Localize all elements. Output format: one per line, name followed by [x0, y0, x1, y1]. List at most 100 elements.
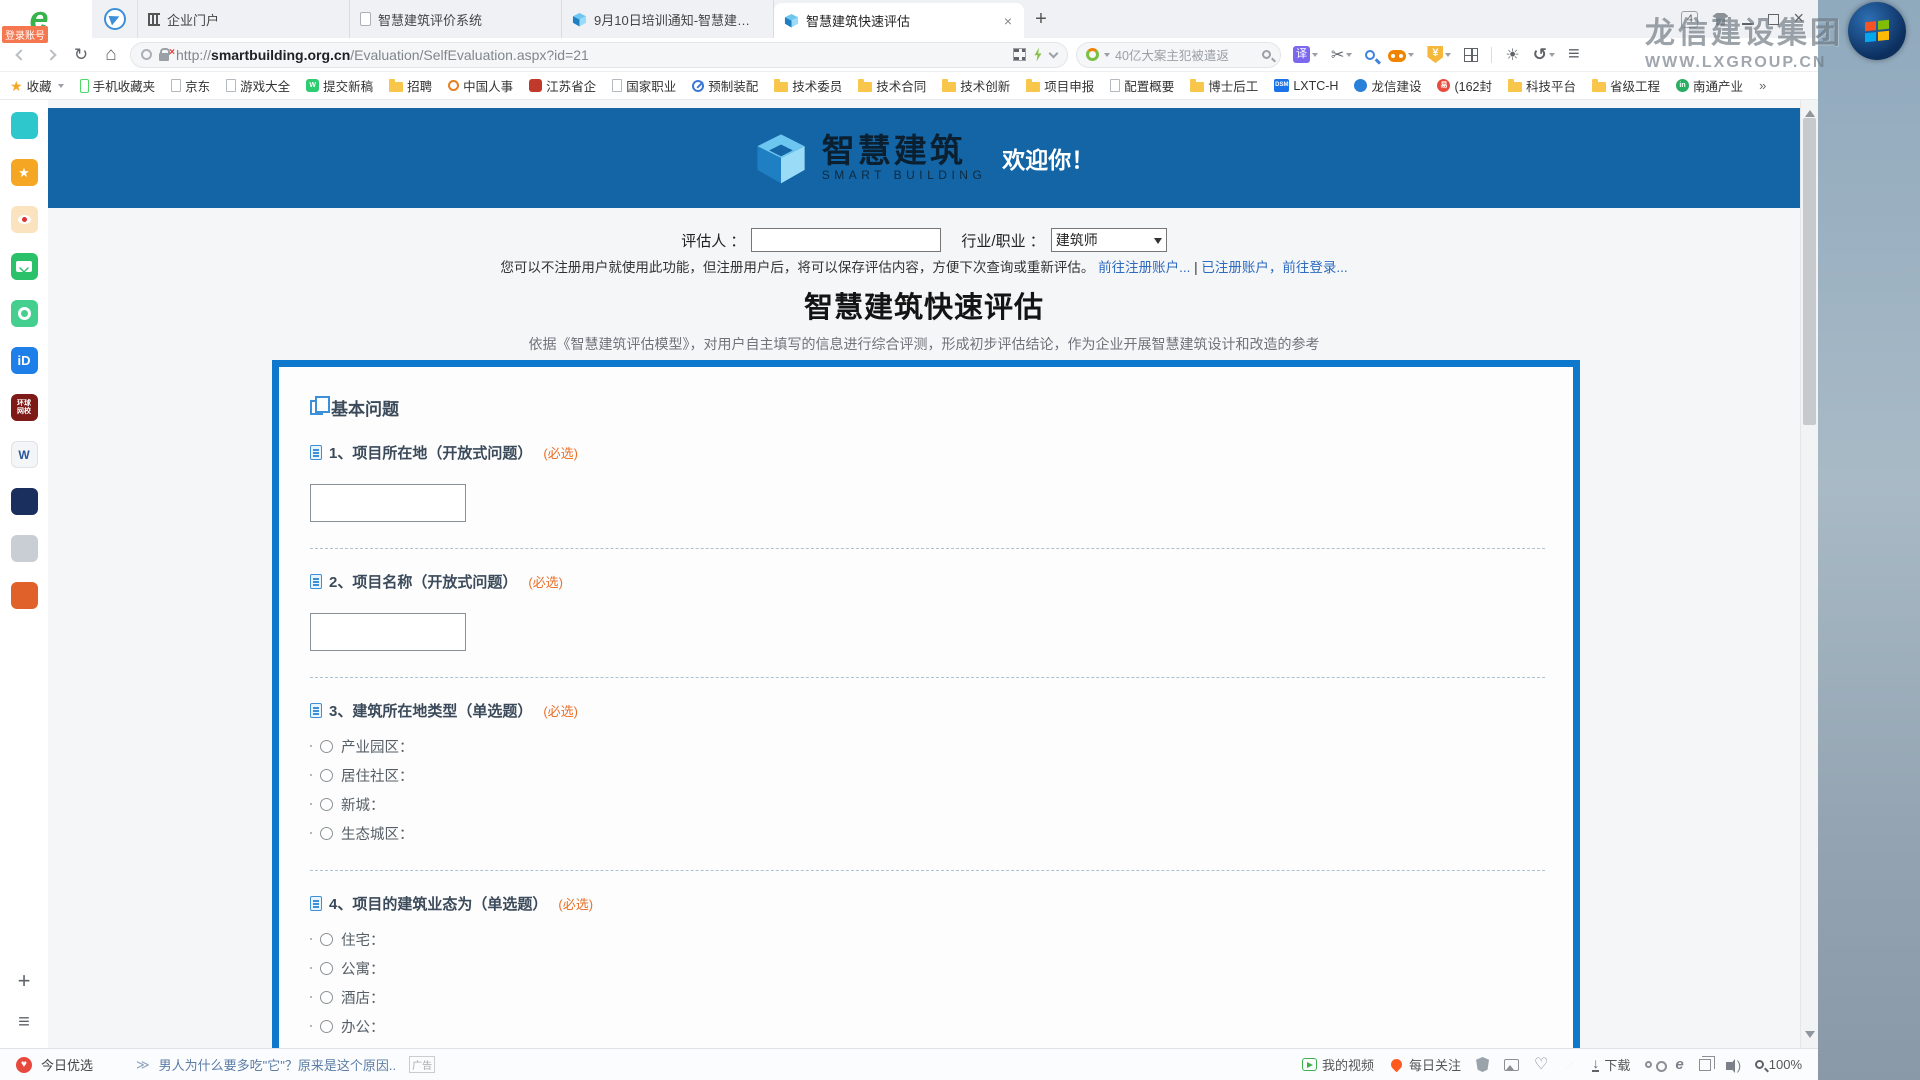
login-link[interactable]: 已注册账户，前往登录...: [1201, 260, 1347, 275]
heart-outline-status-item[interactable]: [1534, 1057, 1548, 1072]
search-box[interactable]: 40亿大案主犯被遣返: [1076, 42, 1281, 68]
bookmark-LXTC-H[interactable]: DSMLXTC-H: [1274, 79, 1338, 93]
qr-code-icon[interactable]: [1013, 48, 1026, 61]
word-doc-icon[interactable]: W: [11, 441, 38, 468]
mail-icon[interactable]: [11, 253, 38, 280]
bookmark-收藏[interactable]: 收藏: [10, 76, 64, 95]
scrollbar-thumb[interactable]: [1803, 118, 1816, 425]
bookmark-(162封[interactable]: 易(162封: [1437, 76, 1492, 95]
image-status-item[interactable]: [1504, 1059, 1519, 1071]
search-engine-dropdown-icon[interactable]: [1104, 53, 1110, 60]
translate-icon[interactable]: [1293, 46, 1318, 63]
industry-select[interactable]: 建筑师: [1051, 228, 1167, 252]
tab-close-icon[interactable]: [1002, 13, 1014, 29]
site-info-icon[interactable]: [141, 49, 152, 60]
maximize-button[interactable]: [1768, 14, 1779, 25]
minimize-button[interactable]: [1742, 23, 1754, 25]
huanqiu-school-icon[interactable]: 环球网校: [11, 394, 38, 421]
bookmark-技术创新[interactable]: 技术创新: [942, 76, 1010, 95]
new-tab-button[interactable]: [1024, 0, 1058, 38]
url-text[interactable]: http://smartbuilding.org.cn/Evaluation/S…: [176, 47, 1006, 63]
restore-session-icon[interactable]: [1533, 45, 1555, 65]
search-icon[interactable]: [1262, 50, 1271, 59]
bookmark-项目申报[interactable]: 项目申报: [1026, 76, 1094, 95]
close-button[interactable]: [1793, 9, 1804, 29]
scroll-down-icon[interactable]: [1805, 1031, 1815, 1043]
games-icon[interactable]: [1388, 48, 1414, 62]
tab-count-badge[interactable]: 4: [1681, 11, 1698, 28]
bookmark-配置概要[interactable]: 配置概要: [1110, 76, 1174, 95]
radio-button[interactable]: [320, 740, 333, 753]
find-icon[interactable]: [1365, 50, 1375, 60]
ie-status-item[interactable]: [1675, 1056, 1683, 1073]
question-1-input[interactable]: [310, 484, 466, 522]
evaluator-input[interactable]: [751, 228, 941, 252]
address-bar[interactable]: http://smartbuilding.org.cn/Evaluation/S…: [130, 42, 1068, 68]
refresh-button[interactable]: [70, 44, 92, 66]
search-hot-text[interactable]: 40亿大案主犯被遣返: [1115, 45, 1257, 64]
bookmark-招聘[interactable]: 招聘: [389, 76, 432, 95]
windows-logo-icon[interactable]: [1848, 2, 1906, 60]
chevron-down-icon[interactable]: [1049, 48, 1059, 58]
shield-status-item[interactable]: [1476, 1057, 1489, 1072]
flame-status-item[interactable]: 每日关注: [1389, 1055, 1461, 1074]
bookmark-南通产业[interactable]: in南通产业: [1676, 76, 1743, 95]
sidebar-menu-button[interactable]: [18, 1011, 30, 1034]
bookmark-预制装配[interactable]: 预制装配: [692, 76, 758, 95]
search-engine-icon[interactable]: [1086, 48, 1099, 61]
login-badge[interactable]: 登录账号: [2, 26, 48, 43]
bookmark-提交新稿[interactable]: W提交新稿: [306, 76, 373, 95]
bookmark-国家职业[interactable]: 国家职业: [612, 76, 676, 95]
game1-icon[interactable]: [11, 488, 38, 515]
rocket-status-item[interactable]: [1563, 1058, 1577, 1072]
bookmark-»[interactable]: »: [1759, 78, 1766, 93]
radio-button[interactable]: [320, 827, 333, 840]
bookmark-游戏大全[interactable]: 游戏大全: [226, 76, 290, 95]
skin-theme-icon[interactable]: [1712, 13, 1728, 26]
wallet-shield-icon[interactable]: [1427, 46, 1451, 63]
favorites-star-icon[interactable]: ★: [11, 159, 38, 186]
play-status-item[interactable]: 我的视频: [1302, 1055, 1374, 1074]
bookmark-龙信建设[interactable]: 龙信建设: [1354, 76, 1421, 95]
bookmark-京东[interactable]: 京东: [171, 76, 210, 95]
download-status-item[interactable]: 下载: [1592, 1055, 1630, 1074]
bookmark-江苏省企[interactable]: 江苏省企: [529, 76, 596, 95]
radio-button[interactable]: [320, 1020, 333, 1033]
weibo-icon[interactable]: [11, 206, 38, 233]
speed-mode-icon[interactable]: [1033, 48, 1043, 62]
radio-button[interactable]: [320, 769, 333, 782]
apps-grid-icon[interactable]: [1464, 48, 1478, 62]
zoom-status-item[interactable]: 100%: [1755, 1057, 1802, 1072]
window-restore-status-item[interactable]: [1699, 1059, 1711, 1071]
radio-button[interactable]: [320, 991, 333, 1004]
news-headline[interactable]: 男人为什么要多吃"它"？原来是这个原因..: [159, 1055, 396, 1074]
forward-button[interactable]: [40, 44, 62, 66]
radio-button[interactable]: [320, 798, 333, 811]
add-app-button[interactable]: [18, 971, 31, 991]
tab-智慧建筑快速评估[interactable]: 智慧建筑快速评估: [774, 3, 1024, 38]
bookmark-科技平台[interactable]: 科技平台: [1508, 76, 1576, 95]
back-button[interactable]: [10, 44, 32, 66]
tab-企业门户[interactable]: 企业门户: [138, 0, 350, 38]
bookmark-省级工程[interactable]: 省级工程: [1592, 76, 1660, 95]
radio-button[interactable]: [320, 933, 333, 946]
register-link[interactable]: 前往注册账户...: [1098, 260, 1190, 275]
today-picks-label[interactable]: 今日优选: [41, 1055, 93, 1074]
speaker-status-item[interactable]: [1726, 1059, 1740, 1070]
bookmark-中国人事[interactable]: 中国人事: [448, 76, 513, 95]
idou-icon[interactable]: iD: [11, 347, 38, 374]
bookmark-技术委员[interactable]: 技术委员: [774, 76, 842, 95]
question-2-input[interactable]: [310, 613, 466, 651]
scissors-icon[interactable]: [1331, 45, 1352, 65]
brightness-icon[interactable]: [1505, 45, 1519, 65]
bookmark-博士后工[interactable]: 博士后工: [1190, 76, 1258, 95]
reader-status-item[interactable]: [1645, 1061, 1660, 1068]
menu-icon[interactable]: [1568, 43, 1580, 66]
radio-button[interactable]: [320, 962, 333, 975]
home-button[interactable]: [100, 44, 122, 66]
page-scrollbar[interactable]: [1800, 100, 1818, 1048]
tab-9月10日培训通知-智慧建筑网[interactable]: 9月10日培训通知-智慧建筑网: [562, 0, 774, 38]
bookmark-手机收藏夹[interactable]: 手机收藏夹: [80, 76, 156, 95]
game2-icon[interactable]: [11, 535, 38, 562]
bookmark-技术合同[interactable]: 技术合同: [858, 76, 926, 95]
